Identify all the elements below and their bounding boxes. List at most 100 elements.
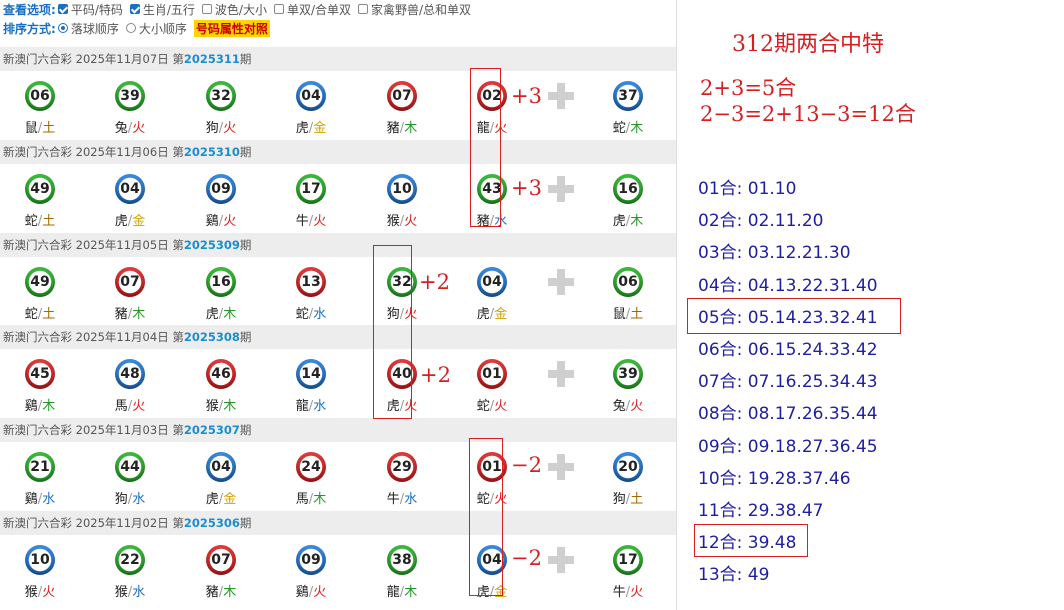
element-name: 火 [494,399,508,414]
lottery-ball: 21 [25,452,55,482]
element-name: 火 [223,214,237,229]
element-name: 木 [630,121,644,136]
lottery-ball: 20 [613,452,643,482]
zodiac-element-label: 鼠/土 [0,117,80,136]
checkbox[interactable] [201,4,212,14]
special-ball-cell: 16 虎/木 [588,164,676,232]
lottery-ball: 48 [115,359,145,389]
lottery-ball: 07 [387,81,417,111]
ball-cell: 06 鼠/土 [0,71,90,139]
lottery-ball: 07 [115,267,145,297]
zodiac-element-label: 鷄/火 [271,581,351,600]
ball-cell: 48 馬/火 [90,349,180,417]
zodiac-name: 狗 [205,121,219,136]
view-option-3[interactable]: 单双/合单双 [273,1,351,18]
he-numbers: 19.28.37.46 [747,468,851,489]
radio-button[interactable] [125,23,136,33]
zodiac-name: 虎 [612,214,626,229]
zodiac-element-label: 蛇/土 [0,210,80,229]
draw-date: 新澳门六合彩 2025年11月04日 第 [3,330,184,344]
zodiac-name: 猴 [114,585,128,600]
lottery-ball: 37 [613,81,643,111]
he-row: 08合: 08.17.26.35.44 [698,399,878,424]
he-label: 13合: [698,565,743,586]
he-label: 02合: [698,211,743,232]
element-name: 水 [404,492,418,507]
zodiac-name: 猴 [24,585,38,600]
offset-annotation: −2 [511,546,542,570]
element-name: 火 [630,399,644,414]
he-label: 03合: [698,243,743,264]
view-option-4[interactable]: 家禽野兽/总和单双 [358,1,471,18]
view-option-label: 单双/合单双 [286,2,351,17]
checkbox[interactable] [358,4,368,14]
zodiac-name: 虎 [205,307,219,322]
element-name: 火 [223,121,237,136]
element-name: 金 [494,307,508,322]
view-option-0[interactable]: 平码/特码 [57,1,123,18]
he-label: 08合: [698,404,743,425]
checkbox[interactable] [273,4,284,14]
ball-cell: 09 鷄/火 [181,164,271,232]
draw-header: 新澳门六合彩 2025年11月02日 第2025306期 [0,511,676,535]
zodiac-name: 鷄 [24,492,38,507]
ball-cell: 38 龍/木 [362,535,452,603]
ball-cell: 07 豬/木 [181,535,271,603]
zodiac-name: 龍 [386,585,400,600]
he-numbers: 29.38.47 [747,501,824,521]
zodiac-element-label: 虎/木 [181,303,261,322]
lottery-ball: 09 [296,545,326,575]
view-option-label: 家禽野兽/总和单双 [371,2,472,17]
draw-date: 新澳门六合彩 2025年11月07日 第 [3,52,184,66]
zodiac-element-label: 馬/木 [271,488,351,507]
zodiac-name: 虎 [114,214,128,229]
zodiac-name: 狗 [612,492,626,507]
element-name: 火 [132,399,146,414]
offset-annotation: +3 [511,84,542,108]
lottery-ball: 38 [387,545,417,575]
zodiac-element-label: 牛/水 [362,488,442,507]
sort-options-row: 排序方式: 落球顺序 大小顺序 号码属性对照 [3,19,270,37]
element-name: 木 [223,399,237,414]
ball-cell: 45 鷄/木 [0,349,90,417]
plus-icon [548,361,574,387]
sort-option-0[interactable]: 落球顺序 [57,20,119,37]
element-name: 金 [313,121,327,136]
element-name: 木 [630,214,644,229]
zodiac-name: 牛 [612,585,626,600]
he-row: 07合: 07.16.25.34.43 [698,367,878,392]
attribute-table-button[interactable]: 号码属性对照 [193,19,270,37]
checkbox[interactable] [57,4,68,14]
he-label: 07合: [698,372,743,393]
zodiac-name: 兔 [612,399,626,414]
ball-cell: 04 虎/金 [271,71,361,139]
ball-cell: 29 牛/水 [362,442,452,510]
ball-cell: 04 虎/金 [452,257,542,325]
plus-icon [548,176,574,202]
ball-cell: 17 牛/火 [271,164,361,232]
prediction-title: 312期两合中特 [732,32,884,57]
view-option-1[interactable]: 生肖/五行 [129,1,195,18]
he-row: 13合: 49 [698,560,769,585]
element-name: 木 [132,307,146,322]
zodiac-element-label: 鷄/火 [181,210,261,229]
he-row: 06合: 06.15.24.33.42 [698,335,878,360]
element-name: 水 [313,307,327,322]
element-name: 金 [223,492,237,507]
element-name: 土 [42,214,56,229]
view-options-label: 查看选项: [3,2,56,17]
sort-option-1[interactable]: 大小顺序 [125,20,187,37]
ball-cell: 07 豬/木 [362,71,452,139]
zodiac-name: 牛 [386,492,400,507]
zodiac-name: 猴 [205,399,219,414]
he-numbers: 04.13.22.31.40 [747,275,878,296]
radio-button[interactable] [57,23,68,33]
ball-cell: 13 蛇/水 [271,257,361,325]
ball-cell: 14 龍/水 [271,349,361,417]
lottery-ball: 44 [115,452,145,482]
highlight-box-05-he [687,298,901,334]
draw-suffix: 期 [239,238,252,252]
checkbox[interactable] [129,4,140,14]
view-option-2[interactable]: 波色/大小 [201,1,267,18]
zodiac-name: 馬 [295,492,309,507]
